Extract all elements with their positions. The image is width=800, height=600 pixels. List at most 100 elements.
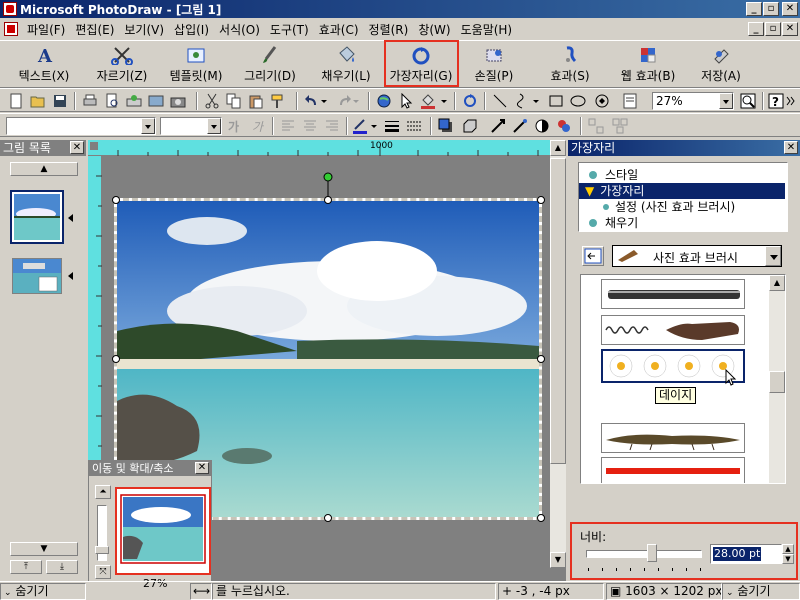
pan-zoom-close-button[interactable]: ✕ xyxy=(195,462,209,474)
rectangle-tool-icon[interactable] xyxy=(548,93,564,109)
picture-list-scroll-down[interactable]: ▼ xyxy=(10,542,78,556)
menu-window[interactable]: 창(W) xyxy=(413,21,455,38)
picture-properties-icon[interactable] xyxy=(622,93,638,109)
zoom-in-button[interactable]: ⏶ xyxy=(95,485,111,499)
menu-help[interactable]: 도움말(H) xyxy=(456,21,518,38)
picture-thumbnail-1[interactable] xyxy=(10,190,64,244)
menu-file[interactable]: 파일(F) xyxy=(22,21,70,38)
ellipse-tool-icon[interactable] xyxy=(570,93,586,109)
picture-list-move-down[interactable]: ⤓ xyxy=(46,560,78,574)
curve-tool-icon[interactable] xyxy=(514,93,530,109)
zoom-fit-icon[interactable] xyxy=(740,93,756,109)
bold-button[interactable]: 가 xyxy=(228,118,239,135)
print-preview-icon[interactable] xyxy=(104,93,120,109)
touchup-button[interactable]: 손질(P) xyxy=(462,43,526,87)
picture-list-close-button[interactable]: ✕ xyxy=(70,141,84,154)
toolbar-more-icon[interactable] xyxy=(786,93,796,109)
menu-effects[interactable]: 효과(C) xyxy=(314,21,364,38)
width-slider-track[interactable] xyxy=(586,550,702,558)
help-icon[interactable]: ? xyxy=(768,93,784,109)
align-center-icon[interactable] xyxy=(302,118,318,134)
paste-icon[interactable] xyxy=(248,93,264,109)
web-effects-button[interactable]: 웹 효과(B) xyxy=(612,43,684,87)
left-hide-toggle[interactable]: ⌄ 숨기기 xyxy=(0,583,86,600)
brush-category-arrow[interactable] xyxy=(765,246,781,266)
redo-icon[interactable] xyxy=(336,93,352,109)
brush-gallery[interactable]: 데이지 ▲ xyxy=(580,274,786,484)
shadow-icon[interactable] xyxy=(438,118,454,134)
copy-icon[interactable] xyxy=(226,93,242,109)
pan-zoom-window[interactable]: 이동 및 확대/축소 ✕ ⏶ ⤧ 27% xyxy=(88,460,212,590)
curve-dropdown-icon[interactable] xyxy=(532,93,540,109)
align-right-icon[interactable] xyxy=(324,118,340,134)
tree-item-edges-selected[interactable]: ▼ 가장자리 xyxy=(579,183,785,199)
new-file-icon[interactable] xyxy=(8,93,24,109)
fill-tool-icon[interactable] xyxy=(420,93,436,109)
align-left-icon[interactable] xyxy=(280,118,296,134)
line-weight-icon[interactable] xyxy=(384,118,400,134)
document-icon[interactable] xyxy=(4,22,18,36)
tree-item-fill[interactable]: 채우기 xyxy=(583,215,783,231)
tree-item-style[interactable]: 스타일 xyxy=(583,167,783,183)
font-name-dropdown-arrow[interactable] xyxy=(141,118,155,134)
menu-tools[interactable]: 도구(T) xyxy=(265,21,314,38)
font-size-dropdown-arrow[interactable] xyxy=(207,118,221,134)
width-spin-up[interactable]: ▲ xyxy=(782,544,794,554)
brush-back-button[interactable] xyxy=(582,246,604,266)
group-icon[interactable] xyxy=(588,118,604,134)
brush-category-dropdown[interactable]: 사진 효과 브러시 xyxy=(612,245,782,267)
doc-restore-button[interactable]: ▫ xyxy=(765,22,781,36)
tree-item-settings[interactable]: 설정 (사진 효과 브러시) xyxy=(601,199,785,215)
right-hide-toggle[interactable]: ⌄ 숨기기 xyxy=(722,583,800,600)
brush-item-daisy-selected[interactable] xyxy=(601,349,745,383)
width-value-field[interactable]: 28.00 pt xyxy=(710,544,782,564)
line-tool-icon[interactable] xyxy=(492,93,508,109)
menu-edit[interactable]: 편집(E) xyxy=(70,21,119,38)
color-icon[interactable] xyxy=(556,118,572,134)
zoom-track[interactable] xyxy=(95,505,109,561)
undo-dropdown-icon[interactable] xyxy=(320,93,328,109)
rotate-icon[interactable] xyxy=(462,93,478,109)
brush-item-red-line[interactable] xyxy=(601,457,745,483)
edge-options-tree[interactable]: 스타일 ▼ 가장자리 설정 (사진 효과 브러시) 채우기 xyxy=(578,162,788,232)
save-button[interactable]: 저장(A) xyxy=(688,43,754,87)
doc-close-button[interactable]: ✕ xyxy=(782,22,798,36)
edit-points-icon[interactable] xyxy=(512,118,528,134)
menu-insert[interactable]: 삽입(I) xyxy=(169,21,214,38)
picture-list-move-up[interactable]: ⤒ xyxy=(10,560,42,574)
cut-icon[interactable] xyxy=(204,93,220,109)
brush-item-alligator[interactable] xyxy=(601,423,745,453)
ungroup-icon[interactable] xyxy=(612,118,628,134)
crop-button[interactable]: 자르기(Z) xyxy=(86,43,158,87)
zoom-fit-button[interactable]: ⤧ xyxy=(95,565,111,579)
zoom-dropdown-arrow[interactable] xyxy=(719,93,733,109)
brush-scroll-up[interactable]: ▲ xyxy=(769,275,785,291)
redo-dropdown-icon[interactable] xyxy=(352,93,360,109)
close-button[interactable]: ✕ xyxy=(782,2,798,16)
distort-icon[interactable] xyxy=(490,118,506,134)
picture-list-scroll-up[interactable]: ▲ xyxy=(10,162,78,176)
menu-view[interactable]: 보기(V) xyxy=(119,21,169,38)
pointer-icon[interactable] xyxy=(398,93,414,109)
horizontal-ruler[interactable]: 1000 xyxy=(88,140,566,156)
zoom-combo[interactable]: 27% xyxy=(652,92,734,110)
photodraw-app-icon[interactable] xyxy=(3,2,17,16)
draw-button[interactable]: 그리기(D) xyxy=(236,43,304,87)
dash-style-icon[interactable] xyxy=(406,118,422,134)
fill-button[interactable]: 채우기(L) xyxy=(310,43,382,87)
line-color-dropdown-icon[interactable] xyxy=(370,118,378,134)
brush-item-pipe[interactable] xyxy=(601,279,745,309)
canvas-scroll-down[interactable]: ▼ xyxy=(550,552,566,568)
width-slider-thumb[interactable] xyxy=(647,544,657,562)
format-painter-icon[interactable] xyxy=(270,93,286,109)
color-balance-icon[interactable] xyxy=(534,118,550,134)
edges-pane-close-button[interactable]: ✕ xyxy=(784,141,798,154)
web-globe-icon[interactable] xyxy=(376,93,392,109)
open-folder-icon[interactable] xyxy=(30,93,46,109)
line-color-icon[interactable] xyxy=(352,118,368,134)
brush-scroll-thumb[interactable] xyxy=(769,371,785,393)
zoom-track-thumb[interactable] xyxy=(95,546,109,554)
print-icon[interactable] xyxy=(82,93,98,109)
minimize-button[interactable]: _ xyxy=(746,2,762,16)
font-size-combo[interactable] xyxy=(160,117,222,135)
